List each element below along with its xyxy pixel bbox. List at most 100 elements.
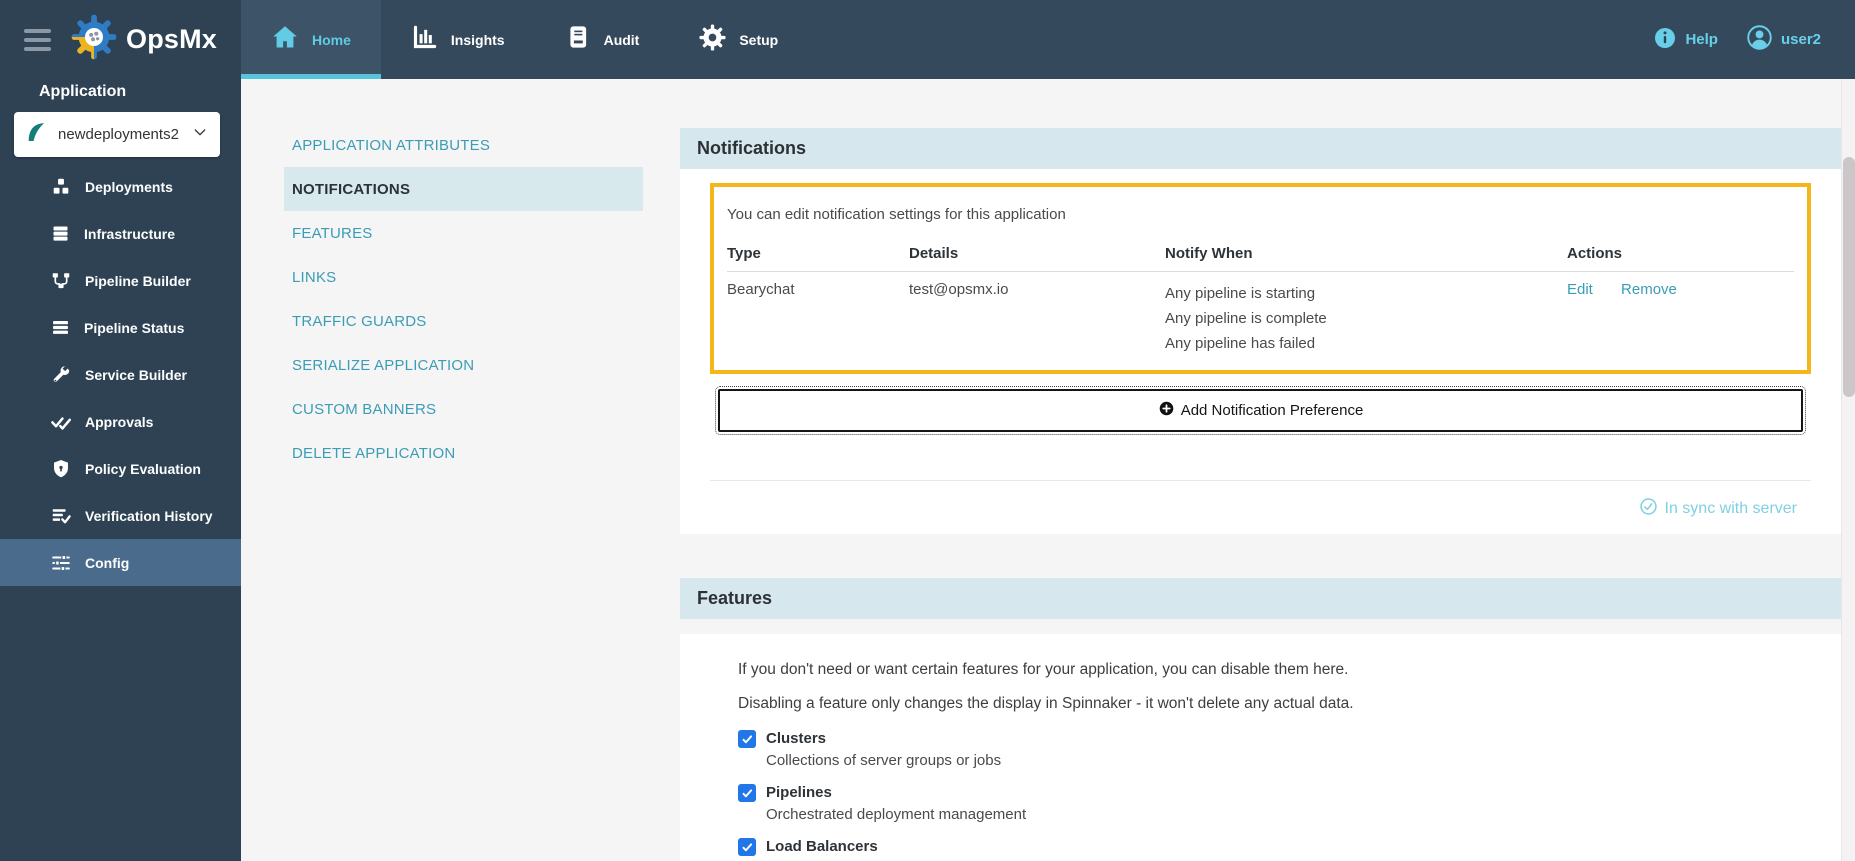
config-nav-traffic-guards[interactable]: TRAFFIC GUARDS [284, 299, 643, 343]
user-avatar-icon [1746, 24, 1773, 55]
config-nav-links[interactable]: LINKS [284, 255, 643, 299]
sidebar-item-policy-evaluation[interactable]: Policy Evaluation [0, 445, 241, 492]
top-navigation-bar: OpsMx Home Insights Audit Setup Help use… [0, 0, 1855, 79]
notify-when-line: Any pipeline has failed [1165, 335, 1316, 352]
sidebar-item-approvals[interactable]: Approvals [0, 398, 241, 445]
features-section-title: Features [697, 588, 773, 608]
checkbox-check-icon [742, 842, 752, 851]
notification-row-notify-when: Any pipeline is starting Any pipeline is… [1165, 272, 1567, 356]
feature-item-load-balancers: Load Balancers [738, 837, 1811, 856]
notify-when-line: Any pipeline is starting [1165, 285, 1316, 302]
sidebar-item-pipeline-status[interactable]: Pipeline Status [0, 304, 241, 351]
feature-description: Collections of server groups or jobs [766, 752, 1002, 769]
tab-insights[interactable]: Insights [381, 0, 535, 79]
help-info-icon [1653, 26, 1677, 54]
sidebar-item-config[interactable]: Config [0, 539, 241, 586]
opsmx-logo-icon [71, 14, 117, 65]
config-nav-features[interactable]: FEATURES [284, 211, 643, 255]
config-nav-serialize-application[interactable]: SERIALIZE APPLICATION [284, 343, 643, 387]
config-icon [52, 554, 70, 571]
plus-circle-icon [1158, 400, 1175, 421]
deployments-icon [53, 178, 69, 194]
opsmx-brand[interactable]: OpsMx [71, 14, 217, 65]
features-section-header: Features [680, 578, 1841, 619]
config-nav-custom-banners[interactable]: CUSTOM BANNERS [284, 387, 643, 431]
pipelines-checkbox[interactable] [738, 784, 756, 802]
config-section-nav: APPLICATION ATTRIBUTES NOTIFICATIONS FEA… [284, 123, 643, 475]
infrastructure-icon [53, 226, 68, 241]
tab-audit[interactable]: Audit [535, 0, 670, 79]
topbar-right-area: Help user2 [1653, 0, 1855, 79]
notification-row-details: test@opsmx.io [909, 281, 1009, 298]
approvals-icon [51, 416, 72, 430]
notifications-highlighted-box: You can edit notification settings for t… [710, 183, 1811, 374]
setup-icon [699, 23, 726, 56]
feature-label: Load Balancers [766, 838, 878, 855]
sidebar-item-label: Service Builder [85, 366, 187, 383]
notifications-table: Type Details Notify When Actions Bearych… [727, 245, 1794, 356]
notification-row-type: Bearychat [727, 281, 795, 298]
notification-row-actions: Edit Remove [1567, 272, 1794, 356]
tab-setup[interactable]: Setup [669, 0, 808, 79]
load-balancers-checkbox[interactable] [738, 838, 756, 856]
user-menu[interactable]: user2 [1746, 24, 1821, 55]
notifications-panel-footer: In sync with server [710, 480, 1811, 521]
sidebar-item-label: Policy Evaluation [85, 460, 201, 477]
add-notification-preference-label: Add Notification Preference [1180, 402, 1364, 419]
verification-history-icon [52, 508, 71, 523]
sidebar-item-pipeline-builder[interactable]: Pipeline Builder [0, 257, 241, 304]
sidebar-menu: Deployments Infrastructure Pipeline Buil… [0, 163, 241, 586]
spinnaker-leaf-icon [24, 120, 48, 149]
notifications-panel: You can edit notification settings for t… [680, 169, 1841, 534]
config-nav-application-attributes[interactable]: APPLICATION ATTRIBUTES [284, 123, 643, 167]
config-main-content: Notifications You can edit notification … [680, 79, 1841, 861]
config-nav-notifications[interactable]: NOTIFICATIONS [284, 167, 643, 211]
edit-notification-link[interactable]: Edit [1567, 281, 1593, 298]
sidebar-item-label: Pipeline Builder [85, 272, 191, 289]
tab-home-label: Home [312, 31, 351, 48]
opsmx-application-window: OpsMx Home Insights Audit Setup Help use… [0, 0, 1855, 861]
sync-status: In sync with server [1639, 497, 1797, 521]
topbar-brand-area: OpsMx [0, 0, 241, 79]
sidebar-item-label: Verification History [85, 507, 213, 524]
feature-label: Pipelines [766, 784, 832, 801]
add-notification-preference-button[interactable]: Add Notification Preference [715, 386, 1806, 435]
home-icon [271, 23, 299, 56]
scrollbar-thumb[interactable] [1843, 157, 1855, 397]
sidebar-item-deployments[interactable]: Deployments [0, 163, 241, 210]
application-selector-dropdown[interactable]: newdeployments2 [14, 112, 220, 157]
features-panel: If you don't need or want certain featur… [680, 634, 1841, 861]
features-intro-line: If you don't need or want certain featur… [738, 661, 1349, 678]
notifications-section-title: Notifications [697, 138, 807, 158]
sidebar-item-infrastructure[interactable]: Infrastructure [0, 210, 241, 257]
config-nav-delete-application[interactable]: DELETE APPLICATION [284, 431, 643, 475]
insights-icon [411, 24, 438, 56]
tab-setup-label: Setup [739, 31, 779, 48]
help-label: Help [1685, 31, 1718, 48]
column-header-details: Details [909, 245, 1165, 272]
sidebar-item-label: Config [85, 554, 130, 571]
tab-home[interactable]: Home [241, 0, 381, 79]
sidebar-item-verification-history[interactable]: Verification History [0, 492, 241, 539]
help-menu[interactable]: Help [1653, 26, 1718, 54]
clusters-checkbox[interactable] [738, 730, 756, 748]
feature-label: Clusters [766, 730, 827, 747]
tab-insights-label: Insights [450, 31, 505, 48]
sidebar-item-service-builder[interactable]: Service Builder [0, 351, 241, 398]
notifications-section-header: Notifications [680, 128, 1841, 169]
feature-item-clusters: Clusters Collections of server groups or… [738, 729, 1811, 769]
sidebar-item-label: Deployments [85, 178, 173, 195]
main-nav-tabs: Home Insights Audit Setup [241, 0, 808, 79]
remove-notification-link[interactable]: Remove [1621, 281, 1677, 298]
selected-application-name: newdeployments2 [58, 126, 179, 143]
policy-evaluation-icon [54, 459, 68, 477]
notifications-description: You can edit notification settings for t… [727, 206, 1066, 223]
tab-audit-label: Audit [603, 31, 640, 48]
column-header-notify-when: Notify When [1165, 245, 1567, 272]
vertical-scrollbar[interactable] [1841, 79, 1855, 861]
checkbox-check-icon [742, 734, 752, 743]
column-header-actions: Actions [1567, 245, 1794, 272]
hamburger-menu-icon[interactable] [24, 28, 51, 51]
feature-item-pipelines: Pipelines Orchestrated deployment manage… [738, 783, 1811, 823]
user-label: user2 [1780, 31, 1821, 48]
